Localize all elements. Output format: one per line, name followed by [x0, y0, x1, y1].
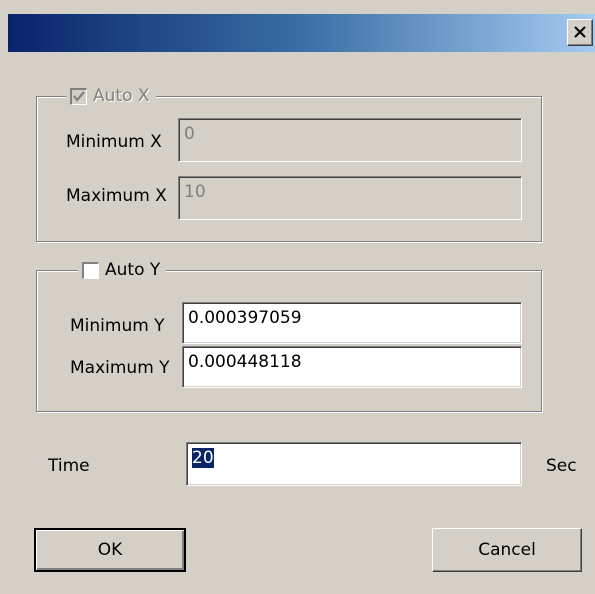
ok-button-label: OK [97, 540, 123, 560]
cancel-button[interactable]: Cancel [432, 528, 582, 572]
close-icon [574, 26, 586, 38]
ok-button[interactable]: OK [34, 528, 186, 572]
close-button[interactable] [567, 19, 593, 46]
maximum-y-label: Maximum Y [70, 358, 170, 378]
maximum-y-input[interactable]: 0.000448118 [182, 346, 522, 388]
maximum-y-value: 0.000448118 [188, 352, 302, 372]
auto-x-label: Auto X [93, 86, 150, 106]
auto-x-legend: Auto X [66, 84, 156, 108]
maximum-x-value: 10 [184, 182, 206, 202]
minimum-x-value: 0 [184, 124, 195, 144]
maximum-x-input[interactable]: 10 [178, 176, 522, 220]
auto-y-label: Auto Y [105, 260, 161, 280]
title-bar [8, 14, 595, 52]
time-label: Time [48, 456, 90, 476]
cancel-button-label: Cancel [478, 540, 536, 560]
maximum-x-label: Maximum X [66, 186, 167, 206]
plot-settings-dialog: Auto X Minimum X 0 Maximum X 10 Auto Y M… [0, 0, 595, 594]
auto-y-legend: Auto Y [78, 258, 167, 282]
minimum-y-value: 0.000397059 [188, 308, 302, 328]
time-value: 20 [192, 448, 214, 468]
minimum-x-label: Minimum X [66, 132, 162, 152]
auto-y-checkbox[interactable] [82, 261, 99, 279]
minimum-y-label: Minimum Y [70, 316, 165, 336]
minimum-x-input[interactable]: 0 [178, 118, 522, 162]
time-unit-label: Sec [546, 456, 577, 476]
auto-x-checkbox[interactable] [70, 87, 87, 105]
minimum-y-input[interactable]: 0.000397059 [182, 302, 522, 344]
checkmark-icon [73, 90, 85, 102]
time-input[interactable]: 20 [186, 442, 522, 486]
